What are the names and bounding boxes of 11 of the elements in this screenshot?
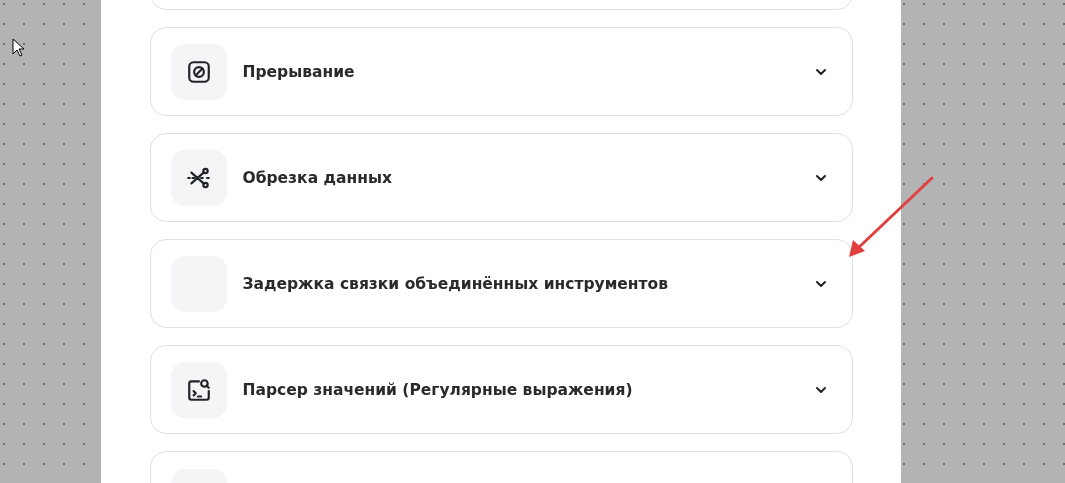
terminal-search-icon (185, 376, 212, 403)
card-title: Задержка связки объединённых инструментов (242, 274, 669, 293)
accordion-card[interactable]: Задержка связки объединённых инструментов (149, 239, 853, 328)
card-title: Обрезка данных (242, 168, 393, 187)
cursor-icon (12, 38, 24, 57)
card-title: Прерывание (242, 62, 356, 81)
card-title: Парсер значений (Регулярные выражения) (242, 380, 634, 399)
accordion-card[interactable]: Прерывание (149, 27, 853, 116)
accordion-card[interactable]: Обрезка данных (149, 133, 853, 222)
stop-icon (185, 58, 212, 85)
accordion-card[interactable]: Парсер значений (Регулярные выражения) (149, 345, 853, 434)
